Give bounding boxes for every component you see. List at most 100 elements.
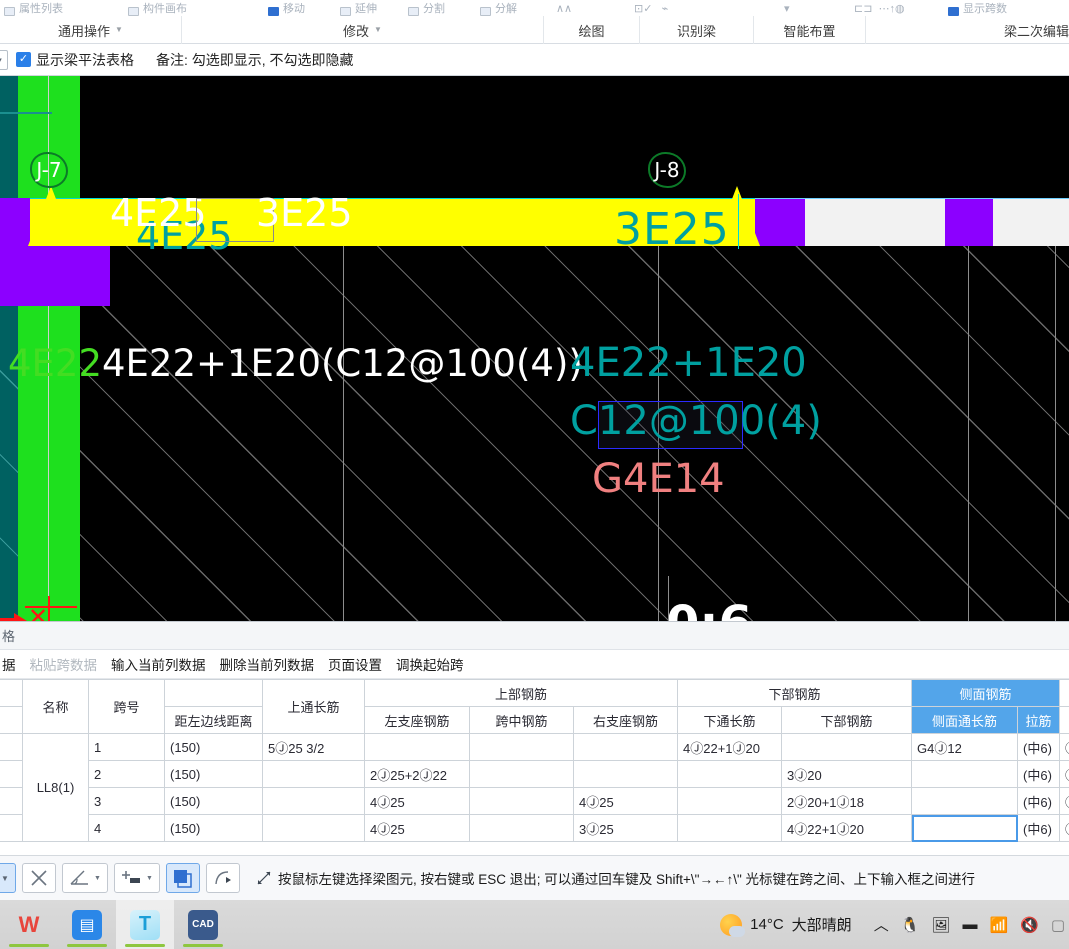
taskbar-app-glodon[interactable]: T — [116, 900, 174, 949]
th-side-through[interactable]: 侧面通长筋 — [911, 706, 1019, 734]
cell-bottom[interactable]: 2Ⓙ20+1Ⓙ18 — [781, 787, 913, 815]
cell-span-no[interactable]: 4 — [88, 814, 165, 842]
th-name[interactable]: 名称 — [22, 679, 89, 734]
th-mid-span[interactable]: 跨中钢筋 — [469, 706, 574, 734]
cell-left-support[interactable]: 4Ⓙ25 — [364, 787, 470, 815]
cell-dist[interactable]: (150) — [164, 814, 263, 842]
cell-tie[interactable]: (中6) — [1017, 760, 1061, 788]
th-tie-rebar[interactable]: 拉筋 — [1017, 706, 1061, 734]
ribbon-group-beam-secondary-edit[interactable]: 梁二次编辑 — [866, 16, 1069, 44]
tool-delete-current-column[interactable]: 删除当前列数据 — [220, 654, 315, 674]
show-beam-table-checkbox[interactable]: ✓ — [16, 52, 31, 67]
dropdown-split-button[interactable]: ▼ — [0, 863, 16, 893]
chevron-up-icon[interactable]: ︿ — [874, 914, 889, 935]
ribbon-group-smart-layout[interactable]: 智能布置 — [754, 16, 866, 44]
th-top-through[interactable]: 上通长筋 — [262, 679, 365, 734]
taskbar-app-document[interactable]: ▤ — [58, 900, 116, 949]
battery-icon[interactable]: ▬ — [962, 916, 977, 933]
cell-dist[interactable]: (150) — [164, 787, 263, 815]
cell-tail[interactable]: Ⓙ — [1059, 787, 1069, 815]
qq-penguin-icon[interactable]: 🐧 — [901, 916, 920, 934]
taskbar-app-wps-office[interactable]: W — [0, 900, 58, 949]
cell-right-support[interactable] — [572, 760, 679, 788]
ribbon-icon-show-span-count[interactable]: 显示跨数 — [948, 0, 1007, 16]
cell-side-through[interactable] — [911, 760, 1019, 788]
cell-tail[interactable]: Ⓙ — [1059, 760, 1069, 788]
ribbon-group-recognize-beam[interactable]: 识别梁 — [640, 16, 754, 44]
cell-top-through[interactable] — [262, 760, 365, 788]
ribbon-icon-extend[interactable]: 延伸 — [340, 0, 377, 16]
overflow-dropdown-button[interactable]: ▾ — [0, 49, 8, 70]
cell-tie[interactable]: (中6) — [1017, 733, 1061, 761]
cell-bottom-through[interactable] — [677, 814, 783, 842]
tool-input-current-column[interactable]: 输入当前列数据 — [111, 654, 206, 674]
cell-mid[interactable] — [469, 787, 574, 815]
cell-span-no[interactable]: 1 — [88, 733, 165, 761]
screenshot-icon[interactable]: 🖼 — [931, 916, 950, 934]
weather-widget[interactable]: 14°C 大部晴朗 — [720, 913, 852, 937]
cell-left-support[interactable] — [364, 733, 470, 761]
cell-left-support[interactable]: 4Ⓙ25 — [364, 814, 470, 842]
cell-span-no[interactable]: 3 — [88, 787, 165, 815]
cell-bottom-through[interactable] — [677, 787, 783, 815]
tool-page-setup[interactable]: 页面设置 — [328, 654, 382, 674]
cell-top-through[interactable] — [262, 787, 365, 815]
cell-side-through[interactable] — [911, 787, 1019, 815]
arc-tool-button[interactable] — [206, 863, 240, 893]
cell-bottom[interactable]: 4Ⓙ22+1Ⓙ20 — [781, 814, 913, 842]
th-dist-left-edge[interactable]: 距左边线距离 — [164, 706, 263, 734]
notification-icon[interactable]: ▢ — [1051, 916, 1065, 934]
cell-bottom[interactable] — [781, 733, 913, 761]
ribbon-group-modify[interactable]: 修改 ▼ — [182, 16, 544, 44]
wifi-icon[interactable]: 📶 — [989, 916, 1008, 934]
ribbon-icon-explode[interactable]: 分解 — [480, 0, 517, 16]
cell-top-through[interactable]: 5Ⓙ25 3/2 — [262, 733, 365, 761]
ribbon-icon-canvas[interactable]: 构件画布 — [128, 0, 187, 16]
tool-copy-span-data[interactable]: 据 — [2, 654, 16, 674]
cell-bottom-through[interactable]: 4Ⓙ22+1Ⓙ20 — [677, 733, 783, 761]
cell-top-through[interactable] — [262, 814, 365, 842]
cell-bottom-through[interactable] — [677, 760, 783, 788]
copy-layer-button[interactable] — [166, 863, 200, 893]
cell-mid[interactable] — [469, 814, 574, 842]
ribbon-group-general-ops[interactable]: 通用操作 ▼ — [0, 16, 182, 44]
cell-right-support[interactable] — [572, 733, 679, 761]
volume-mute-icon[interactable]: 🔇 — [1020, 916, 1039, 934]
table-row[interactable]: 3 2 (150) 2Ⓙ25+2Ⓙ22 3Ⓙ20 (中6) Ⓙ — [0, 760, 1069, 788]
cell-left-support[interactable]: 2Ⓙ25+2Ⓙ22 — [364, 760, 470, 788]
th-right-support[interactable]: 右支座钢筋 — [572, 706, 679, 734]
cell-dist[interactable]: (150) — [164, 733, 263, 761]
cell-tail[interactable]: Ⓙ — [1059, 733, 1069, 761]
cell-right-support[interactable]: 3Ⓙ25 — [572, 814, 679, 842]
cell-mid[interactable] — [469, 733, 574, 761]
cell-mid[interactable] — [469, 760, 574, 788]
beam-rebar-table[interactable]: 名称 跨号 上通长筋 上部钢筋 下部钢筋 侧面钢筋 距左边线距离 左支座钢筋 跨… — [0, 679, 1069, 842]
cad-canvas[interactable]: J-7 J-8 J-7 J-8 4E25 4E25 3E25 3E25 4E22… — [0, 76, 1069, 621]
ribbon-icon-attribute-list[interactable]: 属性列表 — [4, 0, 63, 16]
cell-span-no[interactable]: 2 — [88, 760, 165, 788]
cell-side-through[interactable]: G4Ⓙ12 — [911, 733, 1019, 761]
angle-measure-button[interactable]: ▼ — [62, 863, 108, 893]
table-row[interactable]: " 3 (150) 4Ⓙ25 4Ⓙ25 2Ⓙ20+1Ⓙ18 (中6) Ⓙ — [0, 787, 1069, 815]
node-marker-j8-top[interactable]: J-8 — [648, 152, 686, 188]
th-left-support[interactable]: 左支座钢筋 — [364, 706, 470, 734]
tool-swap-start-span[interactable]: 调换起始跨 — [396, 654, 464, 674]
cell-tie[interactable]: (中6) — [1017, 814, 1061, 842]
th-bottom-through[interactable]: 下通长筋 — [677, 706, 783, 734]
delete-button[interactable] — [22, 863, 56, 893]
table-row[interactable]: 4 (150) 4Ⓙ25 3Ⓙ25 4Ⓙ22+1Ⓙ20 (中6) Ⓙ — [0, 814, 1069, 842]
add-dimension-button[interactable]: ▼ — [114, 863, 160, 893]
node-marker-j7-top[interactable]: J-7 — [30, 152, 68, 188]
ribbon-icon-move[interactable]: 移动 — [268, 0, 305, 16]
cell-dist[interactable]: (150) — [164, 760, 263, 788]
taskbar-app-cad[interactable]: CAD — [174, 900, 232, 949]
cell-tail[interactable]: Ⓙ — [1059, 814, 1069, 842]
ribbon-group-draw[interactable]: 绘图 — [544, 16, 640, 44]
cell-right-support[interactable]: 4Ⓙ25 — [572, 787, 679, 815]
cell-tie[interactable]: (中6) — [1017, 787, 1061, 815]
cell-side-through-selected[interactable] — [911, 814, 1019, 842]
ribbon-icon-split[interactable]: 分割 — [408, 0, 445, 16]
th-bottom-rebar[interactable]: 下部钢筋 — [781, 706, 913, 734]
table-row[interactable]: 0 LL8(1) 1 (150) 5Ⓙ25 3/2 4Ⓙ22+1Ⓙ20 G4Ⓙ1… — [0, 733, 1069, 842]
cell-bottom[interactable]: 3Ⓙ20 — [781, 760, 913, 788]
